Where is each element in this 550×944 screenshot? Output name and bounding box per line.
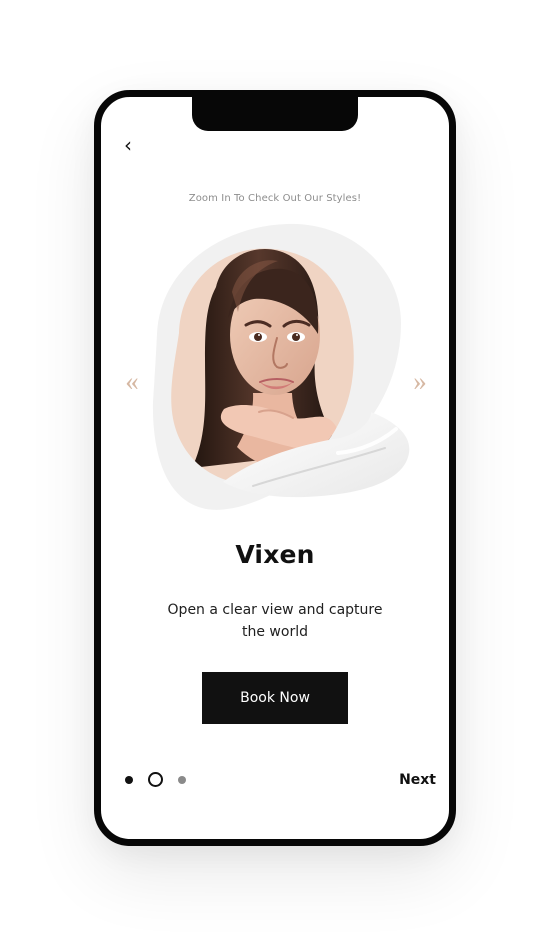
chevron-left-icon: ‹ <box>124 133 132 157</box>
book-now-button[interactable]: Book Now <box>202 672 348 724</box>
style-preview-image <box>152 223 410 510</box>
double-chevron-left-icon: « <box>125 365 139 396</box>
next-button[interactable]: Next <box>394 769 436 791</box>
page-indicator-3[interactable] <box>178 776 186 784</box>
style-title: Vixen <box>235 540 315 569</box>
carousel-pagination <box>122 771 192 789</box>
style-carousel: « » <box>101 222 449 522</box>
previous-style-button[interactable]: « <box>118 367 146 395</box>
page-indicator-1[interactable] <box>125 776 133 784</box>
screen-canvas: ‹ Zoom In To Check Out Our Styles! « » V… <box>0 0 550 944</box>
next-style-button[interactable]: » <box>406 367 434 395</box>
phone-notch <box>192 97 358 131</box>
back-button[interactable]: ‹ <box>115 132 141 158</box>
double-chevron-right-icon: » <box>413 365 427 396</box>
style-description: Open a clear view and capture the world <box>167 602 383 640</box>
page-indicator-2-current[interactable] <box>148 772 163 787</box>
zoom-helper-text: Zoom In To Check Out Our Styles! <box>188 193 362 204</box>
phone-frame: ‹ Zoom In To Check Out Our Styles! « » V… <box>94 90 456 846</box>
